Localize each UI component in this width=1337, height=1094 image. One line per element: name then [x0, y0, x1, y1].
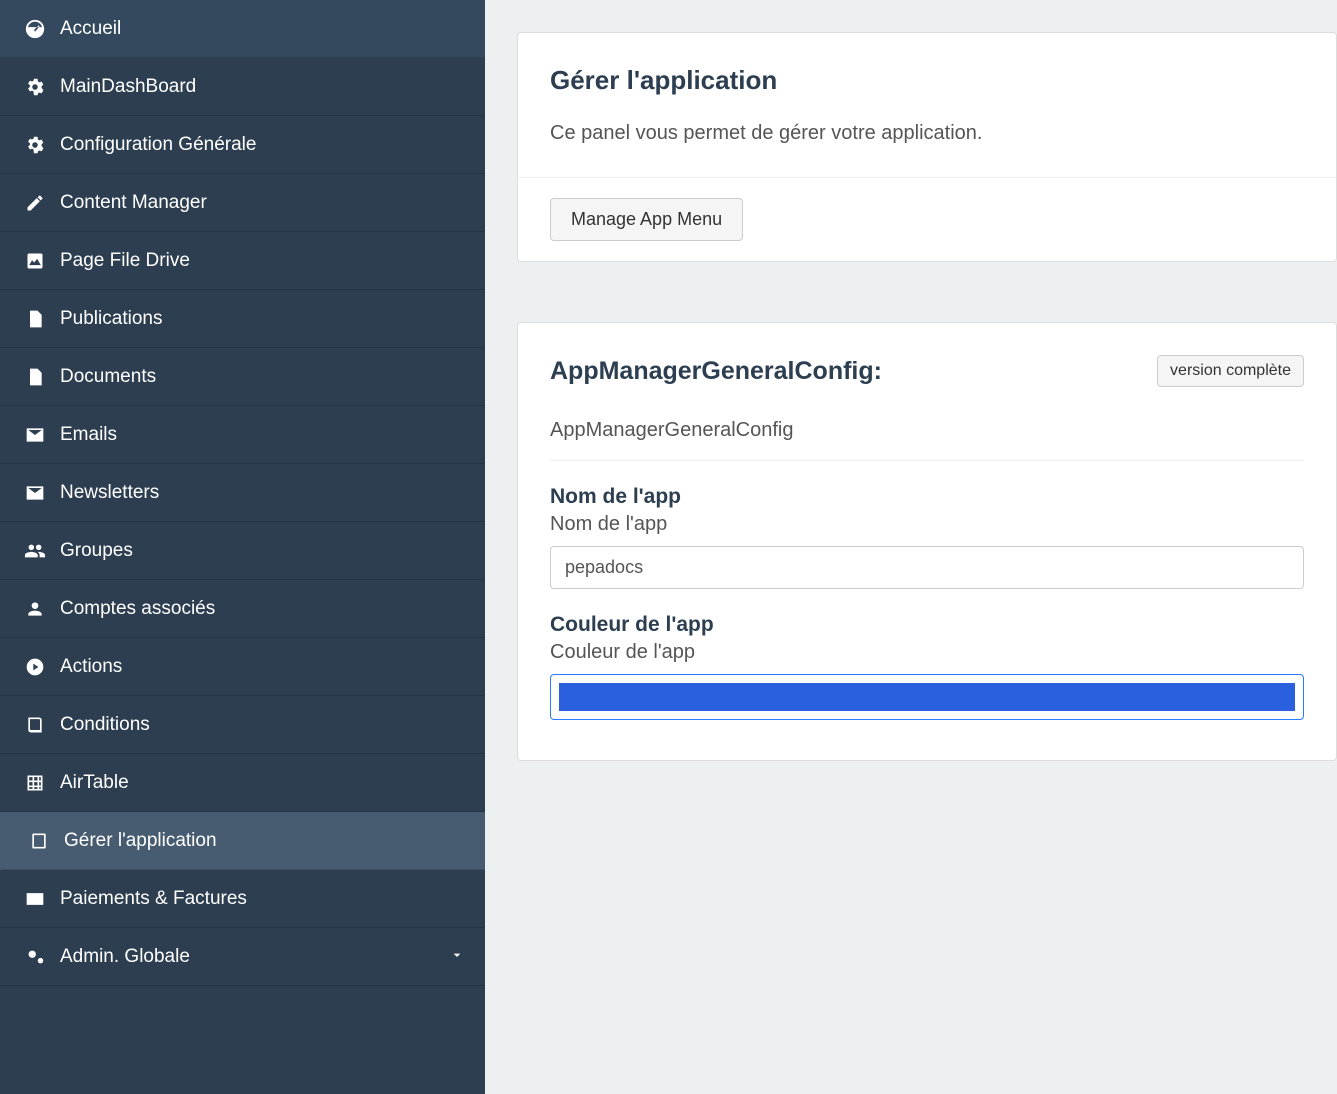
sidebar-item-label: MainDashBoard	[60, 76, 465, 98]
app-color-input[interactable]	[550, 674, 1304, 720]
app-name-input[interactable]	[550, 546, 1304, 589]
sidebar-item-label: Publications	[60, 308, 465, 330]
envelope-icon	[20, 425, 50, 445]
sidebar: Accueil MainDashBoard Configuration Géné…	[0, 0, 485, 1094]
book-icon	[20, 715, 50, 735]
sidebar-item-label: Gérer l'application	[64, 830, 465, 852]
sidebar-item-label: Conditions	[60, 714, 465, 736]
sidebar-item-content-manager[interactable]: Content Manager	[0, 174, 485, 232]
sidebar-item-label: Paiements & Factures	[60, 888, 465, 910]
app-name-field-group: Nom de l'app Nom de l'app	[518, 461, 1336, 589]
sidebar-item-maindashboard[interactable]: MainDashBoard	[0, 58, 485, 116]
field-title: Couleur de l'app	[550, 613, 1304, 637]
sidebar-item-comptes-associes[interactable]: Comptes associés	[0, 580, 485, 638]
sidebar-item-gerer-application[interactable]: Gérer l'application	[0, 812, 485, 870]
manage-app-panel: Gérer l'application Ce panel vous permet…	[517, 32, 1337, 262]
field-desc: Couleur de l'app	[550, 641, 1304, 664]
sidebar-item-paiements-factures[interactable]: Paiements & Factures	[0, 870, 485, 928]
sidebar-item-label: Documents	[60, 366, 465, 388]
sidebar-item-newsletters[interactable]: Newsletters	[0, 464, 485, 522]
config-title: AppManagerGeneralConfig:	[550, 357, 882, 386]
table-icon	[20, 773, 50, 793]
sidebar-item-label: AirTable	[60, 772, 465, 794]
manage-app-menu-button[interactable]: Manage App Menu	[550, 198, 743, 241]
sidebar-item-conditions[interactable]: Conditions	[0, 696, 485, 754]
chevron-down-icon	[449, 947, 465, 966]
app-color-field-group: Couleur de l'app Couleur de l'app	[518, 589, 1336, 720]
sidebar-item-label: Admin. Globale	[60, 946, 449, 968]
sidebar-item-label: Content Manager	[60, 192, 465, 214]
dashboard-icon	[20, 18, 50, 40]
play-icon	[20, 657, 50, 677]
app-config-panel: AppManagerGeneralConfig: version complèt…	[517, 322, 1337, 761]
doc-lines-icon	[20, 309, 50, 329]
sidebar-item-label: Comptes associés	[60, 598, 465, 620]
sidebar-item-label: Configuration Générale	[60, 134, 465, 156]
gear-icon	[20, 134, 50, 156]
sidebar-item-accueil[interactable]: Accueil	[0, 0, 485, 58]
sidebar-item-emails[interactable]: Emails	[0, 406, 485, 464]
sidebar-item-documents[interactable]: Documents	[0, 348, 485, 406]
sidebar-item-config-generale[interactable]: Configuration Générale	[0, 116, 485, 174]
field-desc: Nom de l'app	[550, 513, 1304, 536]
sidebar-item-actions[interactable]: Actions	[0, 638, 485, 696]
pencil-icon	[20, 193, 50, 213]
sidebar-item-label: Page File Drive	[60, 250, 465, 272]
gear-icon	[20, 76, 50, 98]
sidebar-item-groupes[interactable]: Groupes	[0, 522, 485, 580]
sidebar-item-publications[interactable]: Publications	[0, 290, 485, 348]
sidebar-item-label: Accueil	[60, 18, 465, 40]
panel-lead: Ce panel vous permet de gérer votre appl…	[550, 122, 1304, 145]
sidebar-item-label: Emails	[60, 424, 465, 446]
sidebar-item-admin-globale[interactable]: Admin. Globale	[0, 928, 485, 986]
full-version-button[interactable]: version complète	[1157, 355, 1304, 387]
sidebar-item-airtable[interactable]: AirTable	[0, 754, 485, 812]
image-icon	[20, 251, 50, 271]
config-subtitle: AppManagerGeneralConfig	[518, 411, 1336, 460]
tablet-icon	[24, 831, 54, 851]
gears-icon	[20, 946, 50, 968]
sidebar-item-page-file-drive[interactable]: Page File Drive	[0, 232, 485, 290]
field-title: Nom de l'app	[550, 485, 1304, 509]
panel-title: Gérer l'application	[550, 65, 1304, 96]
sidebar-item-label: Newsletters	[60, 482, 465, 504]
user-icon	[20, 599, 50, 619]
main-content: Gérer l'application Ce panel vous permet…	[485, 0, 1337, 1094]
envelope-icon	[20, 483, 50, 503]
sidebar-item-label: Groupes	[60, 540, 465, 562]
color-swatch	[559, 683, 1295, 711]
users-icon	[20, 540, 50, 562]
doc-icon	[20, 367, 50, 387]
sidebar-item-label: Actions	[60, 656, 465, 678]
card-icon	[20, 889, 50, 909]
